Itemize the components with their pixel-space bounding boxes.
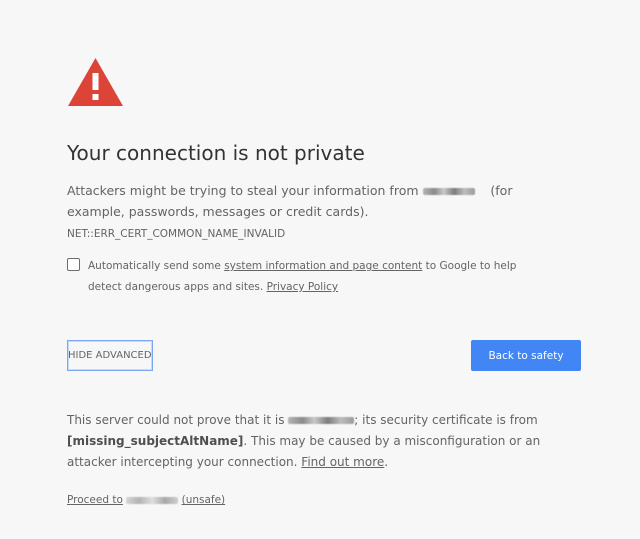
details-end: . (384, 455, 389, 469)
extended-reporting-checkbox[interactable] (67, 258, 80, 271)
system-info-link[interactable]: system information and page content (224, 260, 422, 272)
main-message: Attackers might be trying to steal your … (67, 180, 547, 245)
find-out-more-link[interactable]: Find out more (301, 455, 384, 469)
reporting-text-before-link: Automatically send some (88, 260, 221, 272)
proceed-suffix[interactable]: (unsafe) (182, 494, 226, 506)
certificate-issuer: [missing_subjectAltName] (67, 434, 244, 448)
proceed-unsafe-link[interactable]: Proceed to (unsafe) (67, 490, 225, 510)
details-text-1: This server could not prove that it is (67, 413, 285, 427)
details-text-2: ; its security certificate is from (354, 413, 538, 427)
page-title: Your connection is not private (67, 141, 365, 165)
interstitial-page: Your connection is not private Attackers… (0, 0, 640, 539)
error-code: NET::ERR_CERT_COMMON_NAME_INVALID (67, 228, 286, 240)
proceed-prefix[interactable]: Proceed to (67, 494, 123, 506)
message-text-before-host: Attackers might be trying to steal your … (67, 183, 419, 198)
redacted-proceed-host[interactable] (126, 496, 179, 504)
back-to-safety-button[interactable]: Back to safety (471, 340, 581, 371)
redacted-hostname (422, 188, 475, 195)
hide-advanced-button[interactable]: HIDE ADVANCED (67, 340, 153, 371)
redacted-server-name (288, 417, 355, 424)
warning-triangle-icon (68, 58, 123, 106)
privacy-policy-link[interactable]: Privacy Policy (267, 281, 339, 293)
extended-reporting-row: Automatically send some system informati… (67, 256, 547, 298)
advanced-details: This server could not prove that it is ;… (67, 410, 567, 473)
extended-reporting-label: Automatically send some system informati… (88, 256, 547, 298)
